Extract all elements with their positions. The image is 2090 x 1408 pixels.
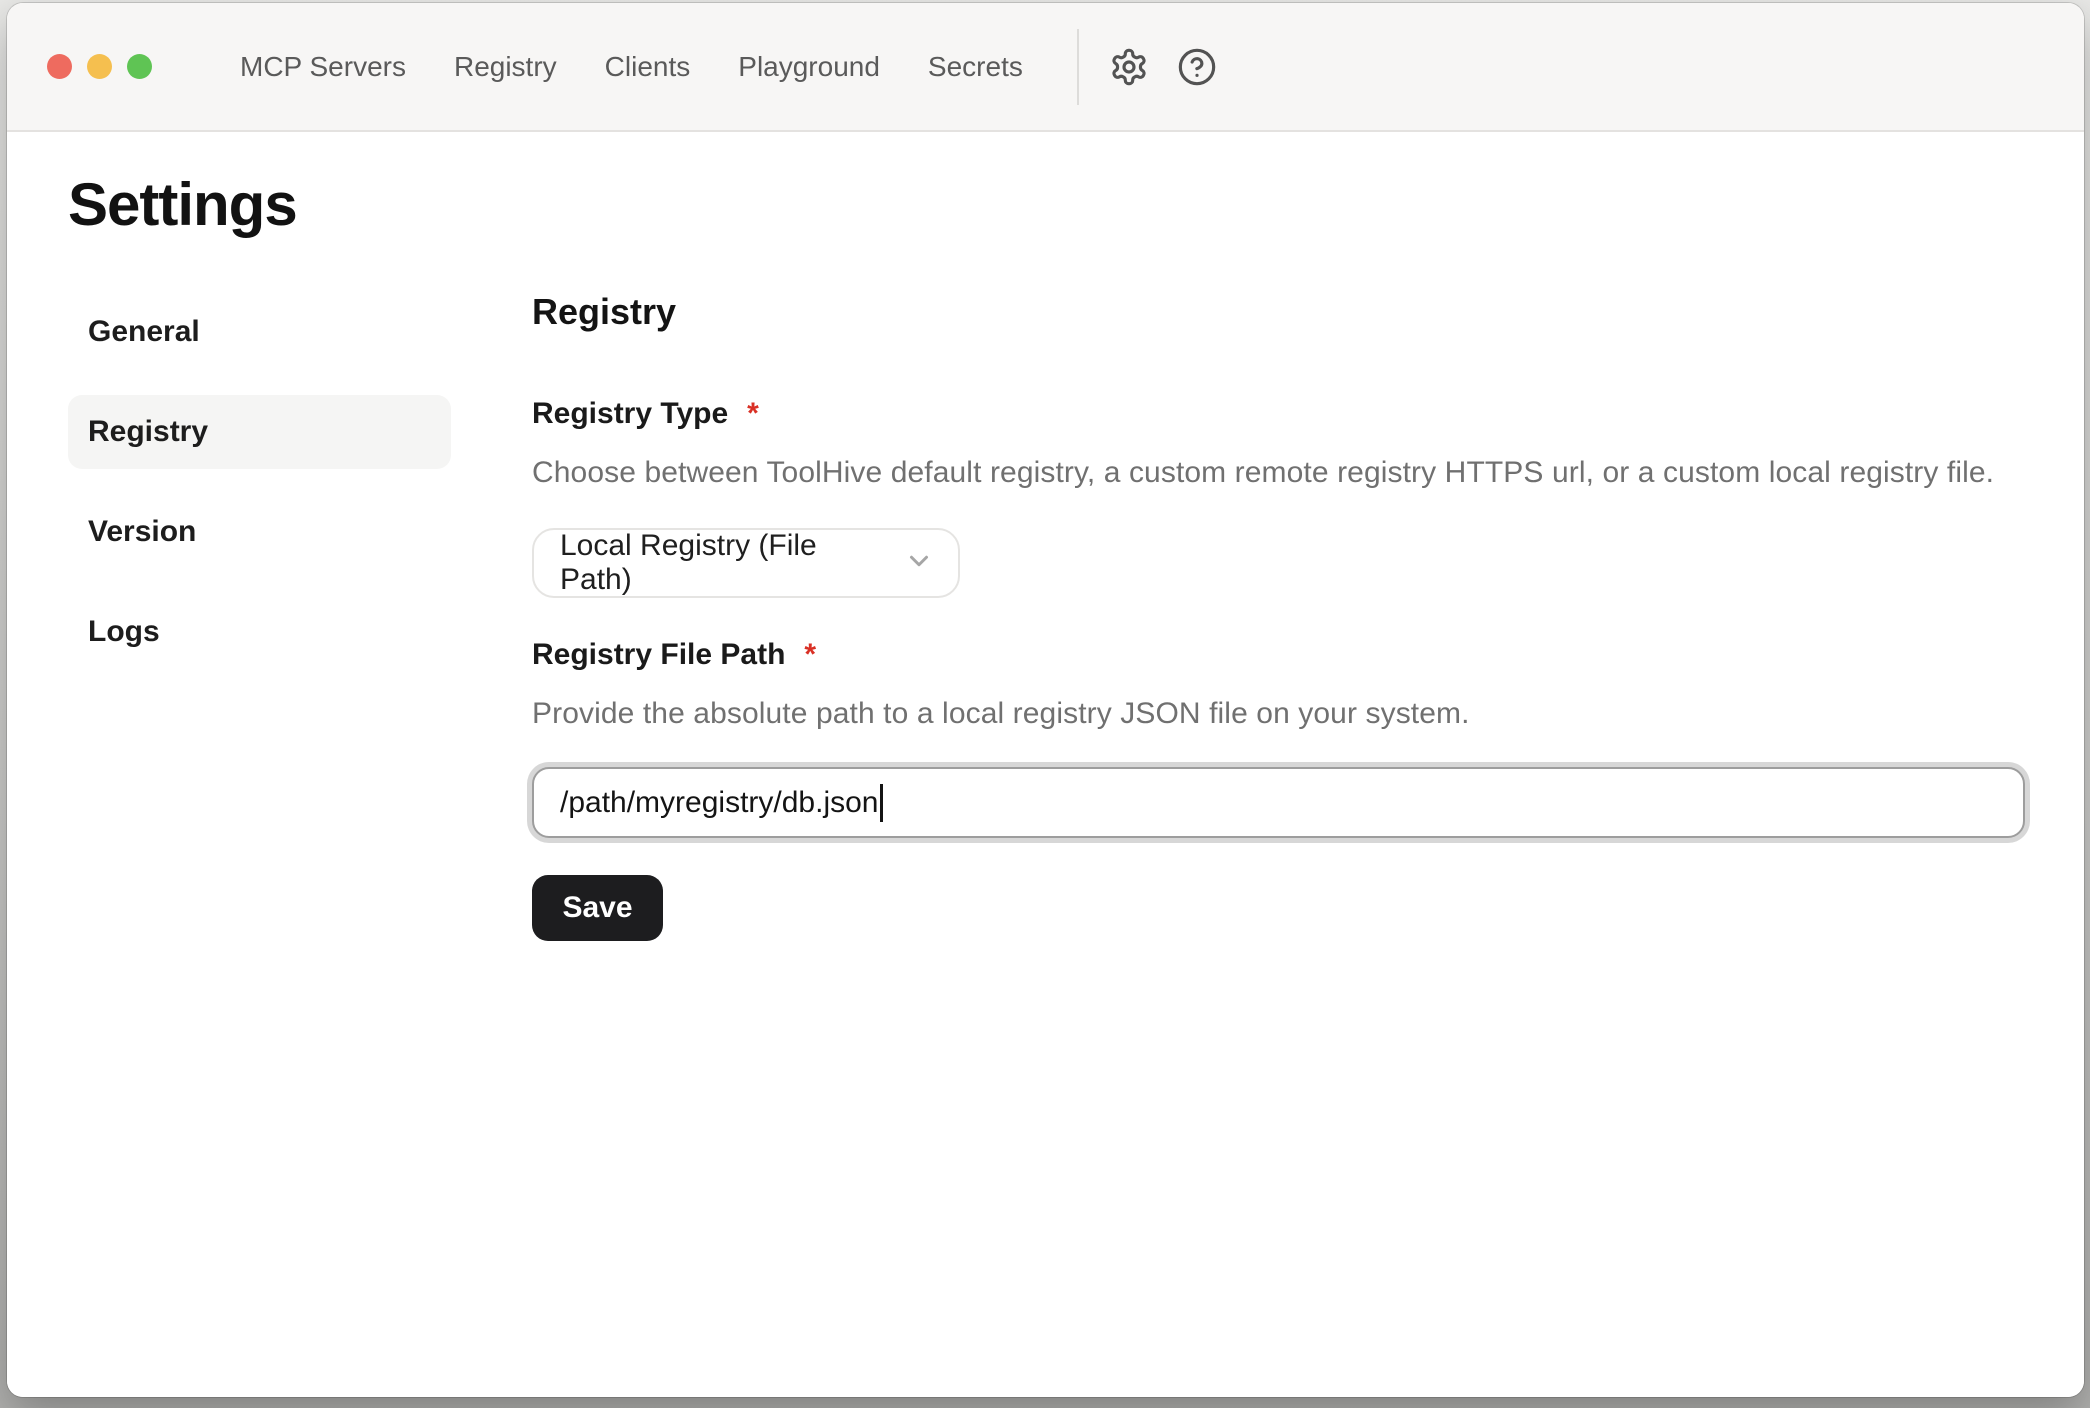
help-circle-icon[interactable] bbox=[1177, 47, 1217, 87]
registry-type-label: Registry Type bbox=[532, 397, 728, 431]
sidebar-item-general[interactable]: General bbox=[68, 295, 451, 369]
titlebar: MCP Servers Registry Clients Playground … bbox=[7, 3, 2084, 132]
text-cursor bbox=[880, 784, 883, 822]
nav-item-clients[interactable]: Clients bbox=[605, 51, 691, 83]
settings-sidebar: General Registry Version Logs bbox=[68, 295, 451, 941]
settings-gear-icon[interactable] bbox=[1109, 47, 1149, 87]
sidebar-item-logs[interactable]: Logs bbox=[68, 595, 451, 669]
registry-type-description: Choose between ToolHive default registry… bbox=[532, 456, 2025, 490]
registry-settings-panel: Registry Registry Type * Choose between … bbox=[532, 295, 2084, 941]
sidebar-item-registry[interactable]: Registry bbox=[68, 395, 451, 469]
traffic-lights bbox=[47, 54, 152, 79]
nav-item-secrets[interactable]: Secrets bbox=[928, 51, 1023, 83]
save-button[interactable]: Save bbox=[532, 875, 663, 941]
close-window-button[interactable] bbox=[47, 54, 72, 79]
nav-item-playground[interactable]: Playground bbox=[738, 51, 880, 83]
registry-type-select[interactable]: Local Registry (File Path) bbox=[532, 528, 960, 598]
nav-item-registry[interactable]: Registry bbox=[454, 51, 557, 83]
registry-file-path-value: /path/myregistry/db.json bbox=[560, 786, 878, 820]
nav-item-mcp-servers[interactable]: MCP Servers bbox=[240, 51, 406, 83]
registry-file-path-description: Provide the absolute path to a local reg… bbox=[532, 697, 2025, 731]
app-window: MCP Servers Registry Clients Playground … bbox=[7, 3, 2084, 1397]
maximize-window-button[interactable] bbox=[127, 54, 152, 79]
settings-page: Settings General Registry Version Logs R… bbox=[7, 132, 2084, 1397]
registry-file-path-input[interactable]: /path/myregistry/db.json bbox=[532, 767, 2025, 838]
registry-type-selected-value: Local Registry (File Path) bbox=[560, 529, 890, 597]
page-title: Settings bbox=[68, 170, 2084, 239]
registry-file-path-label: Registry File Path bbox=[532, 638, 785, 672]
required-asterisk: * bbox=[804, 638, 816, 672]
titlebar-divider bbox=[1077, 29, 1079, 105]
chevron-down-icon bbox=[890, 546, 934, 581]
required-asterisk: * bbox=[747, 397, 759, 431]
sidebar-item-version[interactable]: Version bbox=[68, 495, 451, 569]
minimize-window-button[interactable] bbox=[87, 54, 112, 79]
section-heading: Registry bbox=[532, 291, 2025, 333]
main-nav: MCP Servers Registry Clients Playground … bbox=[240, 51, 1023, 83]
